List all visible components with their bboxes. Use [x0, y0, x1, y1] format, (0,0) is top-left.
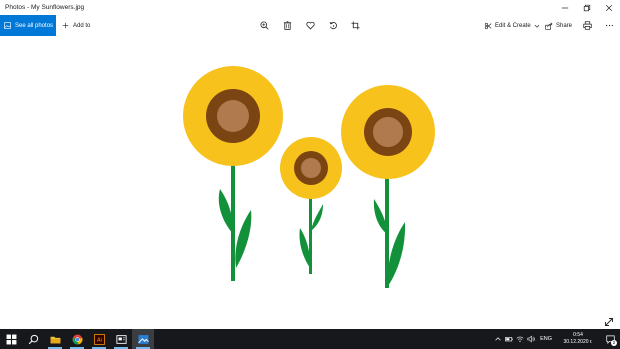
share-button[interactable]: Share — [545, 19, 572, 32]
close-button[interactable] — [598, 0, 620, 15]
sunflower-right — [341, 85, 435, 179]
sunflower-middle — [280, 137, 342, 199]
add-to-button[interactable]: Add to — [62, 22, 90, 29]
rotate-button[interactable] — [327, 19, 340, 32]
show-hidden-icons-button[interactable] — [492, 329, 503, 349]
edit-create-icon — [484, 22, 492, 29]
taskbar: Ai ENG 0:54 30.12.2020 г. 2 — [0, 329, 620, 349]
taskbar-search-button[interactable] — [22, 329, 44, 349]
print-icon — [583, 21, 592, 30]
network-icon — [516, 336, 523, 342]
photo-viewer[interactable] — [0, 36, 620, 329]
photos-icon — [137, 334, 149, 344]
close-icon — [605, 4, 613, 11]
see-all-photos-label: See all photos — [15, 22, 54, 29]
chevron-up-icon — [494, 337, 501, 341]
restore-icon — [583, 4, 591, 11]
minimize-button[interactable] — [554, 0, 576, 15]
battery-icon — [504, 337, 513, 342]
full-screen-button[interactable] — [602, 315, 616, 329]
more-icon — [605, 24, 614, 27]
system-tray: ENG 0:54 30.12.2020 г. 2 — [492, 329, 620, 349]
screenshot-tool-button[interactable] — [110, 329, 132, 349]
photos-grid-icon — [4, 22, 11, 29]
favorite-button[interactable] — [304, 19, 317, 32]
crop-icon — [351, 21, 360, 30]
sunflowers-image — [183, 66, 435, 288]
delete-button[interactable] — [281, 19, 294, 32]
network-button[interactable] — [514, 329, 525, 349]
volume-button[interactable] — [525, 329, 536, 349]
maximize-button[interactable] — [576, 0, 598, 15]
photos-toolbar: See all photos Add to Edit & Create Shar… — [0, 15, 620, 36]
favorite-icon — [306, 21, 315, 30]
clock[interactable]: 0:54 30.12.2020 г. — [556, 332, 600, 346]
search-icon — [28, 334, 38, 344]
photos-app-button[interactable] — [132, 329, 154, 349]
chevron-down-icon — [534, 24, 540, 28]
share-label: Share — [556, 22, 573, 29]
sunflower-left — [183, 66, 283, 166]
crop-button[interactable] — [349, 19, 362, 32]
clock-date: 30.12.2020 г. — [563, 339, 593, 345]
notification-count-badge: 2 — [611, 340, 617, 346]
illustrator-icon: Ai — [93, 333, 105, 345]
plus-icon — [62, 22, 69, 29]
edit-and-create-menu[interactable]: Edit & Create — [484, 19, 540, 32]
title-bar: Photos - My Sunflowers.jpg — [0, 0, 620, 15]
zoom-button[interactable] — [258, 19, 271, 32]
minimize-icon — [561, 7, 569, 8]
share-icon — [545, 22, 553, 30]
chrome-icon — [72, 334, 82, 344]
delete-icon — [283, 21, 292, 30]
more-button[interactable] — [603, 19, 616, 32]
start-button[interactable] — [0, 329, 22, 349]
illustrator-label: Ai — [97, 337, 102, 343]
screenshot-tool-icon — [115, 334, 127, 344]
file-explorer-button[interactable] — [44, 329, 66, 349]
volume-icon — [527, 335, 535, 343]
clock-time: 0:54 — [573, 332, 583, 338]
battery-button[interactable] — [503, 329, 514, 349]
input-language[interactable]: ENG — [536, 336, 556, 342]
edit-create-label: Edit & Create — [495, 22, 531, 29]
action-center-button[interactable]: 2 — [600, 329, 620, 349]
print-button[interactable] — [581, 19, 594, 32]
file-explorer-icon — [50, 336, 60, 343]
add-to-label: Add to — [73, 22, 91, 29]
zoom-icon — [260, 21, 269, 30]
window-title: Photos - My Sunflowers.jpg — [5, 4, 85, 11]
expand-icon — [605, 318, 613, 326]
chrome-button[interactable] — [66, 329, 88, 349]
rotate-icon — [329, 21, 337, 30]
windows-start-icon — [6, 334, 16, 344]
see-all-photos-button[interactable]: See all photos — [0, 15, 56, 36]
illustrator-button[interactable]: Ai — [88, 329, 110, 349]
